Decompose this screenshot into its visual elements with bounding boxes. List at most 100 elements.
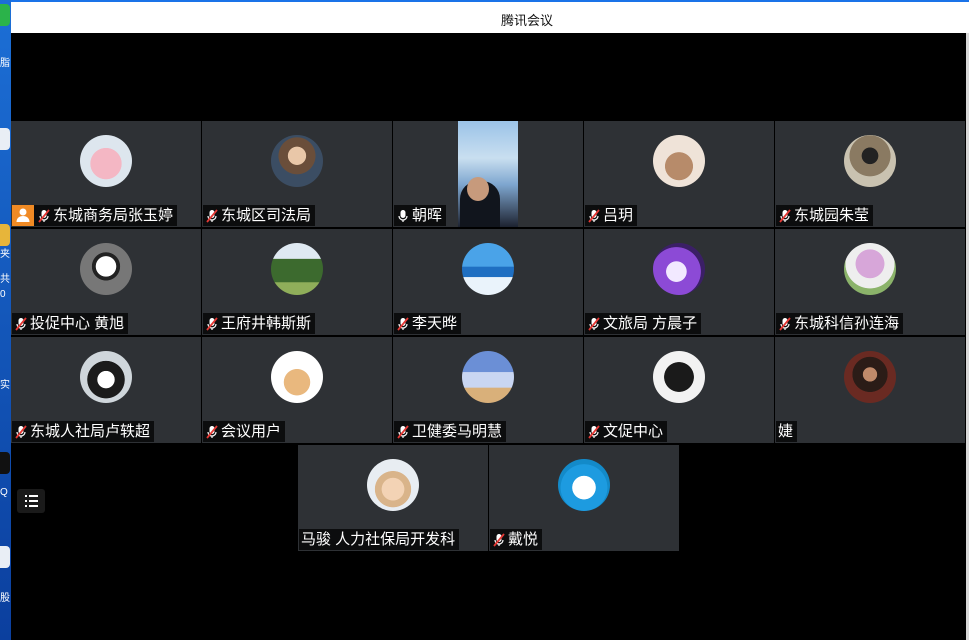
participant-tile[interactable]: 投促中心 黄旭 xyxy=(11,229,201,335)
avatar xyxy=(271,351,323,403)
desktop-label: 夹 xyxy=(0,249,10,260)
participant-name-tag: 会议用户 xyxy=(203,421,286,442)
participant-name: 婕 xyxy=(778,423,794,440)
mic-muted-icon xyxy=(14,424,28,439)
avatar xyxy=(653,135,705,187)
participant-name-tag: 东城商务局张玉婷 xyxy=(12,205,178,226)
desktop-label: Q xyxy=(0,487,8,498)
participant-tile[interactable]: 会议用户 xyxy=(202,337,392,443)
participant-tile[interactable]: 朝晖 xyxy=(393,121,583,227)
participant-name: 吕玥 xyxy=(603,207,634,224)
participant-name-tag: 东城区司法局 xyxy=(203,205,316,226)
participant-name: 东城商务局张玉婷 xyxy=(53,207,174,224)
participant-name-tag: 投促中心 黄旭 xyxy=(12,313,129,334)
participant-name-tag: 马骏 人力社保局开发科 xyxy=(299,529,460,550)
desktop-label: 0 xyxy=(0,289,6,300)
mic-muted-icon xyxy=(587,208,601,223)
participant-name: 王府井韩斯斯 xyxy=(221,315,312,332)
participant-name: 东城园朱莹 xyxy=(794,207,870,224)
participant-name: 东城区司法局 xyxy=(221,207,312,224)
desktop-app-icon[interactable] xyxy=(0,546,10,568)
desktop-label: 股 xyxy=(0,593,10,604)
list-icon xyxy=(25,495,38,507)
participant-tile[interactable]: 马骏 人力社保局开发科 xyxy=(298,445,488,551)
participant-name-tag: 戴悦 xyxy=(490,529,543,550)
desktop-app-icon[interactable] xyxy=(0,452,10,474)
participant-list-button[interactable] xyxy=(17,489,45,513)
avatar xyxy=(367,459,419,511)
desktop-label: 实 xyxy=(0,380,10,391)
participant-name-tag: 朝晖 xyxy=(394,205,447,226)
title-bar[interactable]: 腾讯会议 xyxy=(11,0,969,33)
participant-tile[interactable]: 东城园朱莹 xyxy=(775,121,965,227)
participant-name: 马骏 人力社保局开发科 xyxy=(301,531,456,548)
participant-name-tag: 文促中心 xyxy=(585,421,668,442)
participant-name-tag: 文旅局 方晨子 xyxy=(585,313,702,334)
mic-muted-icon xyxy=(778,316,792,331)
window-title: 腾讯会议 xyxy=(500,13,553,28)
participant-name-tag: 李天晔 xyxy=(394,313,462,334)
participant-tile[interactable]: 婕 xyxy=(775,337,965,443)
participant-name-tag: 东城科信孙连海 xyxy=(776,313,904,334)
participant-tile[interactable]: 东城商务局张玉婷 xyxy=(11,121,201,227)
participant-tile[interactable]: 文促中心 xyxy=(584,337,774,443)
mic-muted-icon xyxy=(205,316,219,331)
participant-tile[interactable]: 吕玥 xyxy=(584,121,774,227)
participant-name: 戴悦 xyxy=(508,531,539,548)
participant-name: 投促中心 黄旭 xyxy=(30,315,125,332)
avatar xyxy=(462,351,514,403)
participant-tile[interactable]: 东城科信孙连海 xyxy=(775,229,965,335)
participant-tile[interactable]: 东城人社局卢轶超 xyxy=(11,337,201,443)
mic-muted-icon xyxy=(587,424,601,439)
avatar xyxy=(844,135,896,187)
participant-name: 文促中心 xyxy=(603,423,664,440)
avatar xyxy=(844,351,896,403)
meeting-window: 腾讯会议 东城商务局张玉婷 东城区司法局 朝晖 吕玥 东城园朱莹 投促中心 黄旭… xyxy=(11,0,969,640)
mic-muted-icon xyxy=(37,208,51,223)
video-feed xyxy=(458,121,518,227)
participant-name-tag: 吕玥 xyxy=(585,205,638,226)
mic-muted-icon xyxy=(205,424,219,439)
desktop-label: 脂 xyxy=(0,58,10,69)
participant-tile[interactable]: 戴悦 xyxy=(489,445,679,551)
avatar xyxy=(653,351,705,403)
host-user-icon xyxy=(12,205,34,226)
avatar xyxy=(462,243,514,295)
participant-name-tag: 东城人社局卢轶超 xyxy=(12,421,155,442)
avatar xyxy=(844,243,896,295)
avatar xyxy=(271,243,323,295)
mic-muted-icon xyxy=(396,316,410,331)
participant-name: 李天晔 xyxy=(412,315,458,332)
participant-tile[interactable]: 李天晔 xyxy=(393,229,583,335)
participant-name: 卫健委马明慧 xyxy=(412,423,503,440)
desktop-app-icon[interactable] xyxy=(0,4,10,26)
avatar xyxy=(271,135,323,187)
participant-tile[interactable]: 卫健委马明慧 xyxy=(393,337,583,443)
mic-icon xyxy=(396,209,410,223)
participant-name-tag: 婕 xyxy=(776,421,798,442)
avatar xyxy=(80,135,132,187)
avatar xyxy=(80,351,132,403)
mic-muted-icon xyxy=(396,424,410,439)
mic-muted-icon xyxy=(778,208,792,223)
participant-name: 朝晖 xyxy=(412,207,443,224)
participant-name-tag: 东城园朱莹 xyxy=(776,205,874,226)
desktop-app-icon[interactable] xyxy=(0,128,10,150)
participant-tile[interactable]: 文旅局 方晨子 xyxy=(584,229,774,335)
participant-name-tag: 卫健委马明慧 xyxy=(394,421,507,442)
desktop-strip: 脂 夹 共 0 实 Q 股 xyxy=(0,0,11,640)
desktop-label: 共 xyxy=(0,274,10,285)
participant-tile[interactable]: 东城区司法局 xyxy=(202,121,392,227)
participant-name: 东城人社局卢轶超 xyxy=(30,423,151,440)
participant-tile[interactable]: 王府井韩斯斯 xyxy=(202,229,392,335)
participant-name: 会议用户 xyxy=(221,423,282,440)
desktop-app-icon[interactable] xyxy=(0,224,10,246)
mic-muted-icon xyxy=(492,532,506,547)
mic-muted-icon xyxy=(14,316,28,331)
participant-name: 东城科信孙连海 xyxy=(794,315,900,332)
participant-name-tag: 王府井韩斯斯 xyxy=(203,313,316,334)
avatar xyxy=(653,243,705,295)
mic-muted-icon xyxy=(205,208,219,223)
avatar xyxy=(558,459,610,511)
participant-name: 文旅局 方晨子 xyxy=(603,315,698,332)
